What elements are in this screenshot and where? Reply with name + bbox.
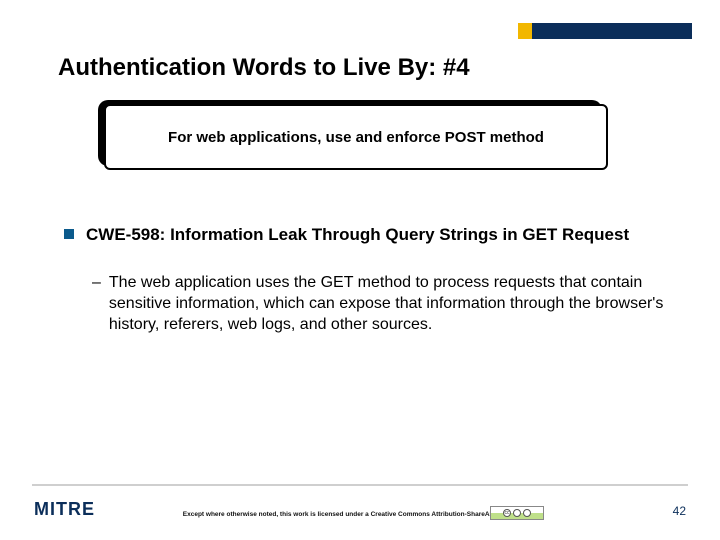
page-number: 42	[673, 504, 686, 518]
footer-license-note: Except where otherwise noted, this work …	[0, 511, 720, 518]
bullet1-text: CWE-598: Information Leak Through Query …	[86, 224, 629, 245]
cc-badge-icon: cc	[490, 506, 544, 520]
cc-mark-icon: cc	[503, 509, 511, 517]
cc-sa-icon	[523, 509, 531, 517]
bullet-level2: – The web application uses the GET metho…	[92, 273, 664, 335]
callout-text: For web applications, use and enforce PO…	[154, 129, 558, 146]
footer-divider	[32, 484, 688, 486]
dash-bullet-icon: –	[92, 273, 101, 293]
callout-box: For web applications, use and enforce PO…	[104, 104, 608, 170]
cc-by-icon	[513, 509, 521, 517]
slide-title: Authentication Words to Live By: #4	[58, 54, 470, 82]
accent-bar	[518, 23, 692, 39]
square-bullet-icon	[64, 229, 74, 239]
slide: Authentication Words to Live By: #4 For …	[0, 0, 720, 540]
accent-navy	[532, 23, 692, 39]
content-area: CWE-598: Information Leak Through Query …	[64, 224, 664, 336]
callout: For web applications, use and enforce PO…	[104, 104, 608, 170]
accent-yellow	[518, 23, 532, 39]
sub1-text: The web application uses the GET method …	[109, 273, 664, 335]
bullet-level1: CWE-598: Information Leak Through Query …	[64, 224, 664, 245]
